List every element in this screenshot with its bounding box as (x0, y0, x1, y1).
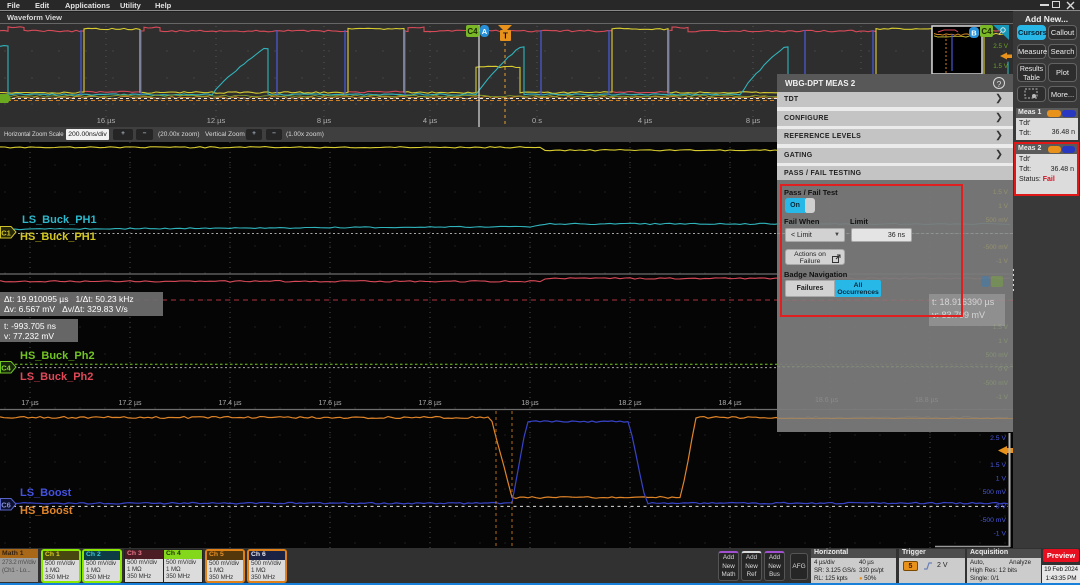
svg-text:B: B (971, 28, 977, 37)
svg-text:17.4 µs: 17.4 µs (218, 400, 242, 407)
svg-text:1.5 V: 1.5 V (993, 63, 1009, 70)
svg-text:17.8 µs: 17.8 µs (418, 400, 442, 407)
svg-text:4 µs: 4 µs (638, 116, 653, 125)
svg-text:-1 V: -1 V (994, 531, 1007, 538)
svg-text:17 µs: 17 µs (21, 400, 39, 407)
svg-text:C6: C6 (1, 501, 11, 510)
svg-text:T: T (503, 31, 508, 40)
svg-text:18.4 µs: 18.4 µs (718, 400, 742, 407)
svg-text:8 µs: 8 µs (317, 116, 332, 125)
svg-text:C4: C4 (1, 364, 11, 373)
svg-text:1.5 V: 1.5 V (990, 462, 1006, 469)
svg-text:0 s: 0 s (532, 116, 542, 125)
svg-text:1 V: 1 V (996, 476, 1007, 483)
svg-text:2.5 V: 2.5 V (990, 435, 1006, 442)
svg-text:12 µs: 12 µs (207, 116, 226, 125)
svg-text:2.5 V: 2.5 V (993, 43, 1009, 50)
svg-text:4 µs: 4 µs (423, 116, 438, 125)
svg-text:500 mV: 500 mV (983, 489, 1007, 496)
svg-text:18.2 µs: 18.2 µs (618, 400, 642, 407)
svg-text:18 µs: 18 µs (521, 400, 539, 407)
svg-text:17.6 µs: 17.6 µs (318, 400, 342, 407)
svg-text:C1: C1 (1, 229, 11, 238)
svg-text:16 µs: 16 µs (97, 116, 116, 125)
svg-text:-500 mV: -500 mV (980, 517, 1006, 524)
svg-text:17.2 µs: 17.2 µs (118, 400, 142, 407)
svg-text:A: A (482, 27, 488, 36)
svg-text:8 µs: 8 µs (746, 116, 761, 125)
svg-text:C4: C4 (467, 27, 478, 36)
svg-text:0 V: 0 V (996, 504, 1007, 511)
svg-text:C4: C4 (981, 27, 992, 36)
